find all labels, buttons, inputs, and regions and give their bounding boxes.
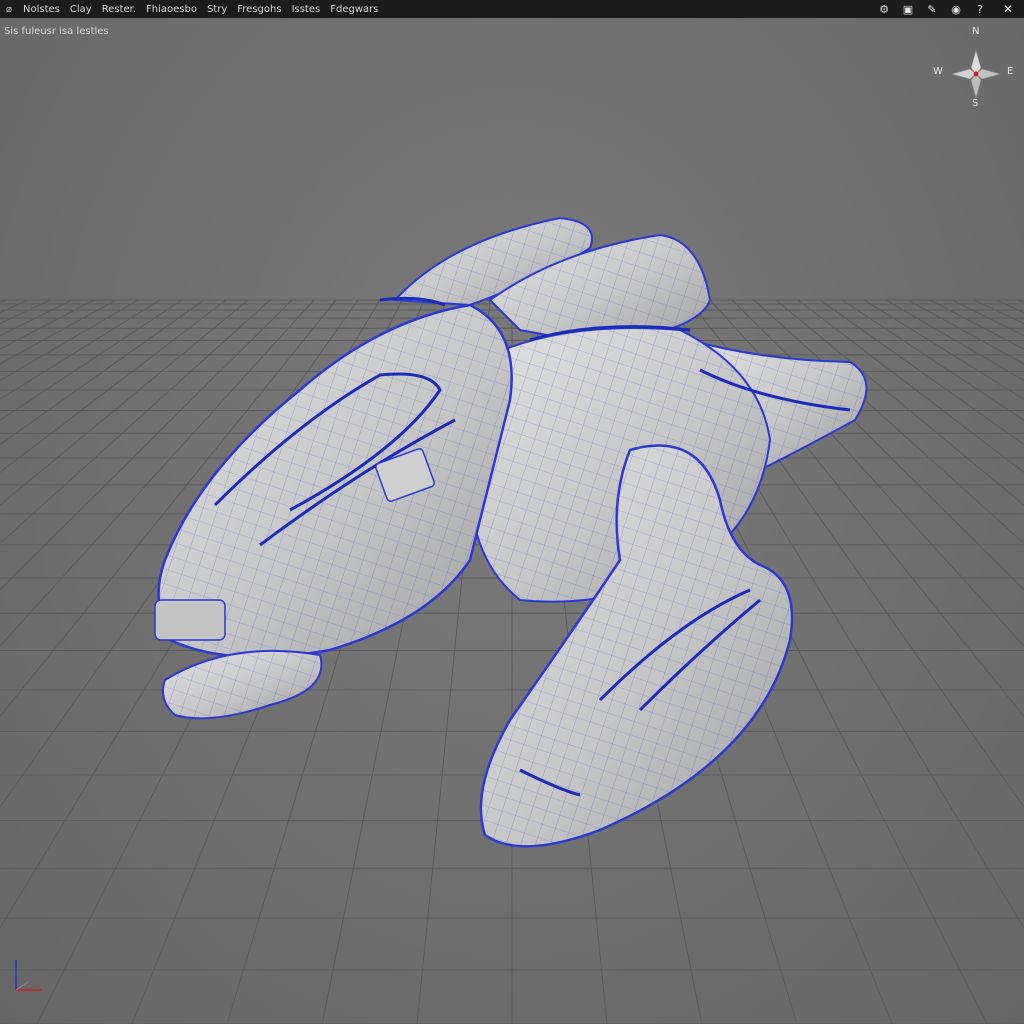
help-icon[interactable]: ? bbox=[968, 3, 992, 16]
compass-north-label: N bbox=[972, 26, 980, 37]
app-logo-icon[interactable]: ⌀ bbox=[0, 4, 18, 15]
spaceship-mesh[interactable] bbox=[154, 216, 868, 848]
menu-bar: ⌀ Nolstes Clay Rester. Fhiaoesbo Stry Fr… bbox=[0, 0, 1024, 18]
menu-item-nolstes[interactable]: Nolstes bbox=[18, 4, 65, 15]
grid-line bbox=[0, 299, 227, 474]
menu-item-stry[interactable]: Stry bbox=[202, 4, 232, 15]
3d-viewport[interactable]: Sis fuleusr isa lestles N S W E bbox=[0, 18, 1024, 1024]
menu-item-fresgohs[interactable]: Fresgohs bbox=[232, 4, 286, 15]
settings-icon[interactable]: ⚙ bbox=[872, 3, 896, 16]
grid-line bbox=[841, 299, 1024, 421]
grid-line bbox=[0, 299, 95, 350]
compass-south-label: S bbox=[972, 98, 979, 109]
window-tools: ⚙ ▣ ✎ ◉ ? ✕ bbox=[872, 0, 1024, 18]
grid-line bbox=[0, 299, 29, 314]
brush-icon[interactable]: ✎ bbox=[920, 3, 944, 16]
compass-widget[interactable]: N S W E bbox=[926, 22, 1016, 114]
menu-item-clay[interactable]: Clay bbox=[65, 4, 97, 15]
menu-item-isstes[interactable]: Isstes bbox=[287, 4, 326, 15]
grid-line bbox=[929, 299, 1024, 350]
compass-east-label: E bbox=[1007, 66, 1014, 77]
close-icon[interactable]: ✕ bbox=[992, 2, 1024, 16]
axis-gizmo bbox=[15, 960, 42, 991]
grid-line bbox=[0, 299, 161, 400]
mesh-nose-vent bbox=[154, 599, 226, 641]
grid-line bbox=[0, 299, 7, 304]
grid-line bbox=[951, 299, 1024, 337]
camera-icon[interactable]: ▣ bbox=[896, 3, 920, 16]
grid-line bbox=[1017, 299, 1024, 304]
menu-item-rester[interactable]: Rester. bbox=[97, 4, 141, 15]
viewport-label: Sis fuleusr isa lestles bbox=[4, 26, 109, 37]
grid-line bbox=[0, 299, 73, 337]
grid-line bbox=[995, 299, 1024, 314]
menu-item-fhiaoesbo[interactable]: Fhiaoesbo bbox=[141, 4, 202, 15]
menu-item-fdegwars[interactable]: Fdegwars bbox=[325, 4, 383, 15]
globe-icon[interactable]: ◉ bbox=[944, 3, 968, 16]
grid-line bbox=[0, 299, 183, 421]
compass-west-label: W bbox=[933, 66, 943, 77]
scene-canvas[interactable] bbox=[0, 18, 1024, 1024]
grid-line bbox=[863, 299, 1024, 400]
